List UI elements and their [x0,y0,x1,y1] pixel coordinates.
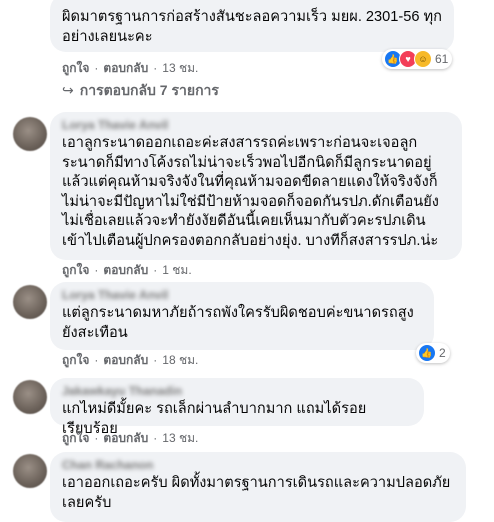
reply-button[interactable]: ตอบกลับ [103,431,148,445]
comment-actions: ถูกใจ · ตอบกลับ · 13 ชม. [62,61,199,75]
timestamp[interactable]: 18 ชม. [162,353,198,367]
view-replies-label: การตอบกลับ 7 รายการ [79,82,219,98]
like-button[interactable]: ถูกใจ [62,263,89,277]
view-replies-link[interactable]: ↪ การตอบกลับ 7 รายการ [62,81,219,99]
comment-text: เอาลูกระนาดออกเถอะค่ะสงสารรถค่ะเพราะก่อน… [62,135,439,249]
reply-button[interactable]: ตอบกลับ [103,263,148,277]
author-name[interactable]: Lorya Thavie Anvil [62,118,450,132]
comment-bubble: ผิดมาตรฐานการก่อสร้างสันชะลอความเร็ว มยผ… [50,0,454,52]
avatar[interactable] [13,454,47,488]
like-icon: 👍 [418,344,436,362]
timestamp[interactable]: 13 ชม. [162,61,198,75]
comment-bubble: Lorya Thavie Anvil แต่ลูกระนาดมหาภัยถ้าร… [50,282,434,350]
author-name[interactable]: Chan Rachanon [62,458,454,472]
comment-actions: ถูกใจ · ตอบกลับ · 13 ชม. [62,431,199,445]
avatar[interactable] [13,285,47,319]
comment-bubble: Lorya Thavie Anvil เอาลูกระนาดออกเถอะค่ะ… [50,112,462,260]
like-button[interactable]: ถูกใจ [62,431,89,445]
reply-button[interactable]: ตอบกลับ [103,353,148,367]
reaction-count: 2 [439,346,446,360]
reply-arrow-icon: ↪ [62,82,74,98]
comment-bubble: Chan Rachanon เอาออกเถอะครับ ผิดทั้งมาตร… [50,452,466,522]
avatar[interactable] [13,380,47,414]
haha-icon: ☺ [414,50,432,68]
like-button[interactable]: ถูกใจ [62,61,89,75]
comment-text: แต่ลูกระนาดมหาภัยถ้ารถพังใครรับผิดชอบค่ะ… [62,305,414,341]
like-button[interactable]: ถูกใจ [62,353,89,367]
comment-text: เอาออกเถอะครับ ผิดทั้งมาตรฐานการเดินรถแล… [62,475,451,511]
author-name[interactable]: Lorya Thavie Anvil [62,288,422,302]
author-name[interactable]: Jakawkayu Thanadin [62,384,412,398]
reaction-summary[interactable]: 👍 ♥ ☺ 61 [382,49,453,69]
reaction-summary[interactable]: 👍 2 [416,343,450,363]
timestamp[interactable]: 13 ชม. [162,431,198,445]
comment-text: ผิดมาตรฐานการก่อสร้างสันชะลอความเร็ว มยผ… [62,9,443,45]
reply-button[interactable]: ตอบกลับ [103,61,148,75]
timestamp[interactable]: 1 ชม. [162,263,191,277]
comment-bubble: Jakawkayu Thanadin แกไหม่ดีมั้ยคะ รถเล็ก… [50,378,424,437]
reaction-count: 61 [435,52,449,66]
comment-actions: ถูกใจ · ตอบกลับ · 18 ชม. [62,353,199,367]
avatar[interactable] [13,117,47,151]
comment-actions: ถูกใจ · ตอบกลับ · 1 ชม. [62,263,192,277]
